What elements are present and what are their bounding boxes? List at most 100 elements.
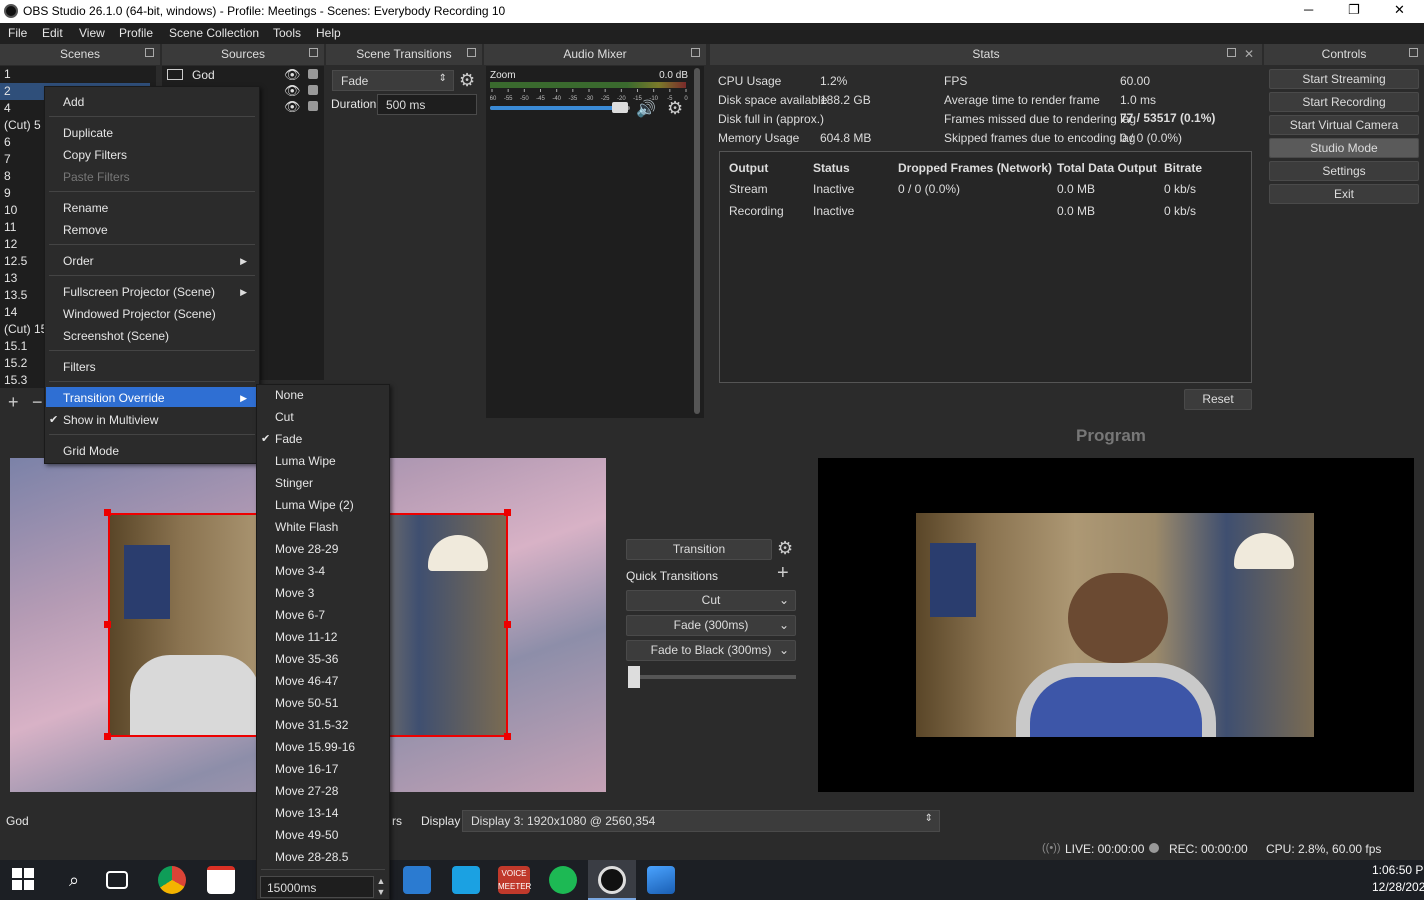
submenu-item[interactable]: Move 49-50	[275, 828, 338, 842]
float-icon[interactable]	[467, 48, 476, 57]
quick-transition-cut[interactable]: Cut ⌄	[626, 590, 796, 611]
menu-profile[interactable]: Profile	[119, 26, 153, 40]
add-scene-icon[interactable]: +	[8, 392, 19, 413]
speaker-icon[interactable]: 🔊	[636, 99, 656, 119]
quick-transition-fade-black[interactable]: Fade to Black (300ms) ⌄	[626, 640, 796, 661]
submenu-item[interactable]: Luma Wipe	[275, 454, 336, 468]
spotify-icon[interactable]	[549, 866, 577, 894]
voicemeeter-icon[interactable]: VOICE MEETER	[498, 866, 531, 894]
close-icon[interactable]: ✕	[1244, 44, 1254, 65]
file-icon[interactable]	[403, 866, 431, 894]
mixer-gear-icon[interactable]: ⚙	[667, 98, 683, 119]
resize-handle[interactable]	[504, 509, 511, 516]
submenu-item[interactable]: Move 3	[275, 586, 314, 600]
transition-gear-icon[interactable]: ⚙	[459, 70, 475, 91]
submenu-item[interactable]: Move 13-14	[275, 806, 338, 820]
float-icon[interactable]	[1227, 48, 1236, 57]
menu-item-filters[interactable]: Filters	[63, 360, 96, 374]
menu-item-show-in-multiview[interactable]: Show in Multiview	[63, 413, 158, 427]
menu-item-windowed-projector[interactable]: Windowed Projector (Scene)	[63, 307, 216, 321]
menu-edit[interactable]: Edit	[42, 26, 63, 40]
transition-select[interactable]: Fade ⇕	[332, 70, 454, 91]
submenu-item[interactable]: None	[275, 388, 304, 402]
resize-handle[interactable]	[504, 733, 511, 740]
app-icon[interactable]	[452, 866, 480, 894]
menu-item-remove[interactable]: Remove	[63, 223, 108, 237]
source-item[interactable]: God	[192, 68, 215, 82]
minimize-button[interactable]: ─	[1304, 2, 1313, 17]
submenu-item[interactable]: Move 3-4	[275, 564, 325, 578]
submenu-item[interactable]: Move 16-17	[275, 762, 338, 776]
submenu-item[interactable]: Move 28-28.5	[275, 850, 348, 864]
visibility-eye-icon[interactable]: 👁	[284, 67, 301, 83]
menu-file[interactable]: File	[8, 26, 27, 40]
resize-handle[interactable]	[504, 621, 511, 628]
menu-view[interactable]: View	[79, 26, 105, 40]
volume-slider-handle[interactable]	[612, 102, 628, 113]
menu-item-fullscreen-projector[interactable]: Fullscreen Projector (Scene)	[63, 285, 215, 299]
submenu-item[interactable]: Move 27-28	[275, 784, 338, 798]
override-duration-input[interactable]: 15000ms	[260, 876, 374, 898]
visibility-eye-icon[interactable]: 👁	[284, 99, 301, 115]
start-icon[interactable]	[12, 868, 34, 890]
float-icon[interactable]	[691, 48, 700, 57]
submenu-item[interactable]: Move 35-36	[275, 652, 338, 666]
duration-spinner[interactable]: ▲ ▼	[374, 876, 388, 898]
photos-icon[interactable]	[647, 866, 675, 894]
quick-transition-fade[interactable]: Fade (300ms) ⌄	[626, 615, 796, 636]
resize-handle[interactable]	[104, 733, 111, 740]
restore-button[interactable]: ❐	[1348, 2, 1360, 18]
menu-item-grid-mode[interactable]: Grid Mode	[63, 444, 119, 458]
reset-button[interactable]: Reset	[1184, 389, 1252, 410]
menu-item-copy-filters[interactable]: Copy Filters	[63, 148, 127, 162]
lock-icon[interactable]	[308, 85, 318, 95]
submenu-item[interactable]: Luma Wipe (2)	[275, 498, 354, 512]
transition-settings-gear-icon[interactable]: ⚙	[777, 538, 793, 559]
lock-icon[interactable]	[308, 101, 318, 111]
lock-icon[interactable]	[308, 69, 318, 79]
scene-item[interactable]: 1	[0, 66, 150, 83]
menu-item-order[interactable]: Order	[63, 254, 94, 268]
task-view-icon[interactable]	[106, 871, 128, 889]
search-icon[interactable]: ⌕	[60, 866, 88, 894]
start-recording-button[interactable]: Start Recording	[1269, 92, 1419, 112]
filters-button-fragment[interactable]: rs	[392, 814, 402, 828]
submenu-item[interactable]: Move 28-29	[275, 542, 338, 556]
volume-slider[interactable]	[490, 106, 630, 110]
menu-help[interactable]: Help	[316, 26, 341, 40]
close-button[interactable]: ✕	[1394, 2, 1405, 18]
studio-mode-button[interactable]: Studio Mode	[1269, 138, 1419, 158]
transition-button[interactable]: Transition	[626, 539, 772, 560]
chrome-icon[interactable]	[158, 866, 186, 894]
menu-scene-collection[interactable]: Scene Collection	[169, 26, 259, 40]
visibility-eye-icon[interactable]: 👁	[284, 83, 301, 99]
submenu-item-selected[interactable]: Fade	[275, 432, 302, 446]
scrollbar[interactable]	[694, 68, 700, 414]
resize-handle[interactable]	[104, 621, 111, 628]
menu-tools[interactable]: Tools	[273, 26, 301, 40]
menu-item-screenshot[interactable]: Screenshot (Scene)	[63, 329, 169, 343]
submenu-item[interactable]: Move 6-7	[275, 608, 325, 622]
settings-button[interactable]: Settings	[1269, 161, 1419, 181]
float-icon[interactable]	[145, 48, 154, 57]
float-icon[interactable]	[1409, 48, 1418, 57]
submenu-item[interactable]: Move 11-12	[275, 630, 337, 644]
tbar-slider[interactable]	[630, 675, 796, 679]
submenu-item[interactable]: Cut	[275, 410, 294, 424]
tbar-handle[interactable]	[628, 666, 640, 688]
submenu-item[interactable]: Move 31.5-32	[275, 718, 348, 732]
add-quick-transition-icon[interactable]: +	[777, 562, 789, 585]
menu-item-transition-override[interactable]: Transition Override	[63, 391, 165, 405]
menu-item-rename[interactable]: Rename	[63, 201, 108, 215]
start-streaming-button[interactable]: Start Streaming	[1269, 69, 1419, 89]
gmail-icon[interactable]	[207, 866, 235, 894]
menu-item-duplicate[interactable]: Duplicate	[63, 126, 113, 140]
submenu-item[interactable]: Move 50-51	[275, 696, 338, 710]
float-icon[interactable]	[309, 48, 318, 57]
exit-button[interactable]: Exit	[1269, 184, 1419, 204]
duration-input[interactable]: 500 ms	[377, 94, 477, 115]
submenu-item[interactable]: Move 15.99-16	[275, 740, 355, 754]
resize-handle[interactable]	[104, 509, 111, 516]
obs-icon[interactable]	[598, 866, 626, 894]
submenu-item[interactable]: White Flash	[275, 520, 338, 534]
